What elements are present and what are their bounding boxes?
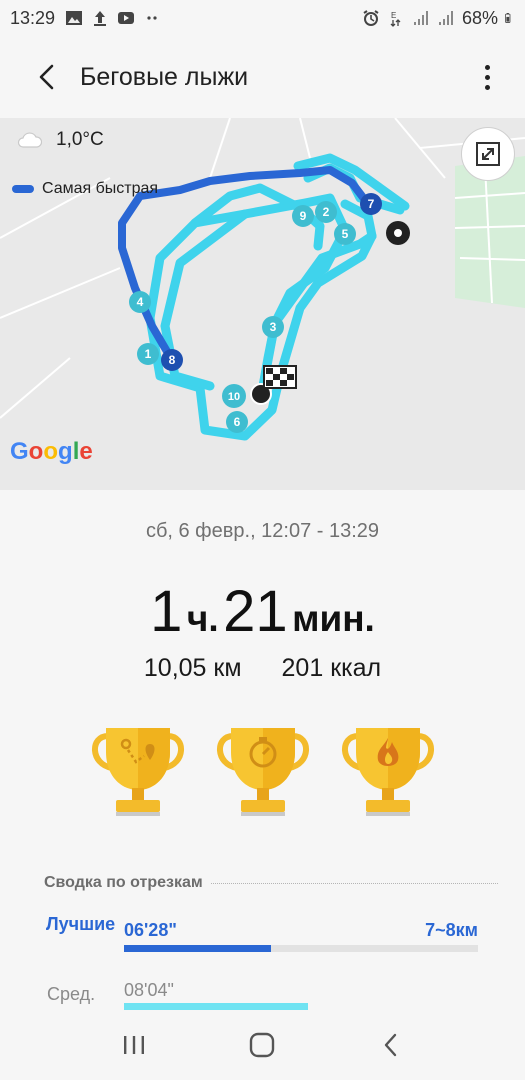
route-map-canvas: 1 2 3 4 5 6 7 8 9 10 xyxy=(0,118,525,441)
route-map[interactable]: 1 2 3 4 5 6 7 8 9 10 1,0°C Самая быстрая… xyxy=(0,118,525,490)
average-segment-label: Сред. xyxy=(47,984,96,1004)
duration-minutes-unit: мин. xyxy=(292,598,375,639)
km-marker[interactable]: 5 xyxy=(334,223,356,245)
km-marker-label: 9 xyxy=(300,209,307,223)
battery-icon xyxy=(505,13,511,23)
more-dot xyxy=(484,64,490,70)
segments-header: Сводка по отрезкам xyxy=(44,874,498,892)
best-segment-bar-fill xyxy=(124,945,272,952)
home-button[interactable] xyxy=(242,1025,282,1065)
expand-map-button[interactable] xyxy=(461,127,515,181)
more-options-button[interactable] xyxy=(477,57,497,97)
workout-stats: 10,05 км 201 ккал xyxy=(0,654,525,683)
home-icon xyxy=(250,1032,275,1058)
more-dot xyxy=(484,74,490,80)
status-bar: 13:29 E 68% xyxy=(0,0,525,36)
fastest-legend-label: Самая быстрая xyxy=(42,180,159,197)
km-marker[interactable]: 3 xyxy=(262,316,284,338)
km-marker-label: 10 xyxy=(228,391,240,403)
km-marker-label: 7 xyxy=(368,197,375,211)
fastest-legend-swatch xyxy=(12,185,34,193)
google-letter: g xyxy=(58,438,73,465)
system-back-icon xyxy=(384,1033,397,1057)
system-nav-bar xyxy=(0,1010,525,1080)
workout-duration: 1 ч. 21 мин. xyxy=(0,578,525,645)
best-segment-time: 06'28" xyxy=(124,920,177,940)
km-marker[interactable]: 1 xyxy=(137,343,159,365)
km-marker[interactable]: 6 xyxy=(226,411,248,433)
google-letter: G xyxy=(10,438,29,465)
recent-apps-button[interactable] xyxy=(114,1025,154,1065)
more-notifications-icon xyxy=(147,16,157,20)
segments-divider xyxy=(210,882,498,884)
km-marker-label: 4 xyxy=(137,295,144,309)
upload-icon xyxy=(94,11,107,26)
google-logo: Google xyxy=(10,438,93,466)
back-arrow-icon xyxy=(39,64,54,90)
google-letter: e xyxy=(79,438,93,465)
best-segment-label: Лучшие xyxy=(46,914,116,934)
best-segment-bar xyxy=(124,945,478,952)
app-bar: Беговые лыжи xyxy=(0,36,525,118)
signal-icon xyxy=(438,11,453,25)
km-marker[interactable]: 10 xyxy=(222,384,246,408)
average-segment-time: 08'04" xyxy=(124,980,174,1000)
recent-apps-icon xyxy=(124,1036,145,1054)
average-segment-bar xyxy=(124,1003,478,1010)
flame-trophy-icon[interactable] xyxy=(338,722,438,822)
trophies xyxy=(88,722,438,822)
km-marker-label: 2 xyxy=(323,205,330,219)
route-trophy-icon[interactable] xyxy=(88,722,188,822)
more-dot xyxy=(484,84,490,90)
workout-calories: 201 ккал xyxy=(281,654,382,682)
average-segment-bar-fill xyxy=(124,1003,309,1010)
data-icon: E xyxy=(390,11,401,27)
back-button[interactable] xyxy=(24,54,70,100)
workout-date-range: сб, 6 февр., 12:07 - 13:29 xyxy=(145,520,380,542)
temperature: 1,0°C xyxy=(56,129,104,150)
signal-icon xyxy=(413,11,428,25)
status-time: 13:29 xyxy=(10,7,56,28)
km-marker[interactable]: 7 xyxy=(360,193,382,215)
km-marker[interactable]: 4 xyxy=(129,291,151,313)
duration-minutes: 21 xyxy=(223,579,288,644)
expand-icon xyxy=(476,142,500,166)
end-marker-dot xyxy=(394,229,402,237)
km-marker-label: 6 xyxy=(234,415,241,429)
km-marker-label: 8 xyxy=(169,353,176,367)
finish-flag-icon xyxy=(263,365,297,389)
stopwatch-trophy-icon[interactable] xyxy=(213,722,313,822)
map-legend: Самая быстрая xyxy=(12,180,158,198)
google-letter: o xyxy=(28,438,44,465)
system-back-button[interactable] xyxy=(371,1025,411,1065)
svg-text:E: E xyxy=(391,11,396,20)
weather-info: 1,0°C xyxy=(16,129,104,151)
duration-hours: 1 xyxy=(150,579,183,644)
page-title: Беговые лыжи xyxy=(80,62,249,91)
km-marker[interactable]: 8 xyxy=(161,349,183,371)
cloud-icon xyxy=(17,132,42,148)
segments-title: Сводка по отрезкам xyxy=(44,874,203,891)
image-icon xyxy=(66,11,83,25)
km-marker-label: 1 xyxy=(145,347,152,361)
alarm-icon xyxy=(363,10,379,26)
km-marker-label: 5 xyxy=(342,227,349,241)
km-marker-label: 3 xyxy=(270,320,277,334)
battery-level: 68% xyxy=(461,7,498,28)
youtube-icon xyxy=(118,12,135,24)
google-letter: o xyxy=(43,438,59,465)
workout-distance: 10,05 км xyxy=(143,654,242,682)
km-marker[interactable]: 9 xyxy=(292,205,314,227)
km-marker[interactable]: 2 xyxy=(315,201,337,223)
duration-hours-unit: ч. xyxy=(186,598,219,639)
best-segment-range: 7~8км xyxy=(425,920,478,940)
